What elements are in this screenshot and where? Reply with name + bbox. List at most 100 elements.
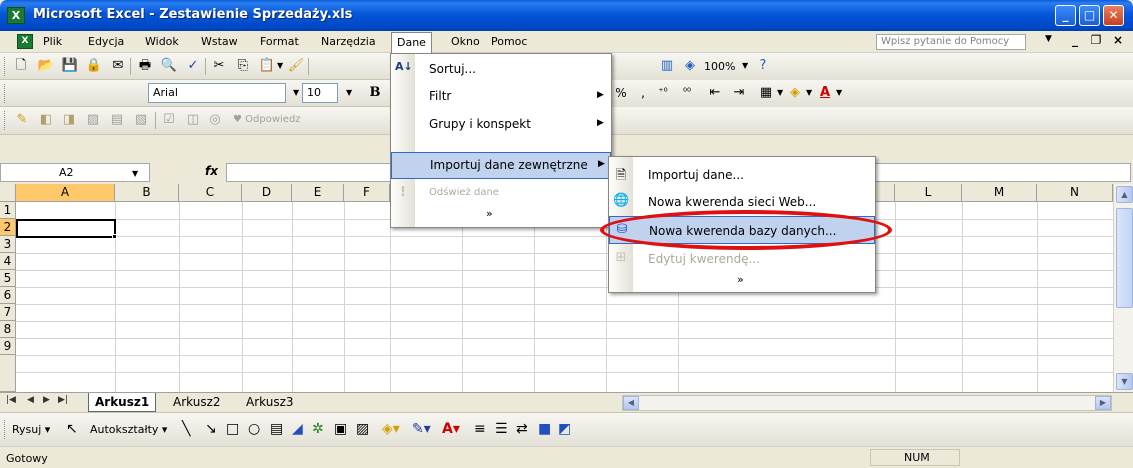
line-icon[interactable]: ╲: [182, 421, 190, 437]
doc-restore-button[interactable]: ❐: [1089, 33, 1103, 47]
outlook-icon[interactable]: ◫: [184, 111, 202, 129]
chevron-down-icon[interactable]: ▼: [277, 61, 283, 70]
arrow-style-icon[interactable]: ⇄: [516, 421, 528, 437]
borders-icon[interactable]: ▦: [757, 84, 775, 102]
row-header[interactable]: 4: [0, 253, 16, 270]
increase-indent-icon[interactable]: ⇥: [730, 84, 748, 102]
show-comment-icon[interactable]: ▨: [84, 111, 102, 129]
new-document-icon[interactable]: 🗋: [12, 57, 30, 75]
comma-style-icon[interactable]: ,: [634, 84, 652, 102]
next-comment-icon[interactable]: ◨: [60, 111, 78, 129]
menu-item-odswiez-dane[interactable]: ! Odśwież dane: [391, 181, 611, 208]
menu-plik[interactable]: Plik: [38, 33, 67, 51]
column-header[interactable]: C: [179, 184, 242, 202]
close-button[interactable]: ✕: [1103, 5, 1124, 26]
scroll-up-button[interactable]: ▲: [1116, 186, 1133, 203]
rectangle-icon[interactable]: □: [226, 421, 239, 437]
scroll-down-button[interactable]: ▼: [1116, 373, 1133, 390]
paste-icon[interactable]: 📋: [258, 57, 276, 75]
decrease-decimal-icon[interactable]: ⁰⁰: [678, 84, 696, 102]
fill-color-icon[interactable]: ◈▾: [382, 421, 400, 437]
column-header[interactable]: L: [895, 184, 962, 202]
chevron-down-icon[interactable]: ▼: [346, 88, 352, 97]
clipart-icon[interactable]: ▣: [334, 421, 347, 437]
textbox-icon[interactable]: ▤: [270, 421, 283, 437]
diagram-icon[interactable]: ✲: [312, 421, 324, 437]
picture-icon[interactable]: ▨: [356, 421, 369, 437]
chevron-down-icon[interactable]: ▼: [836, 88, 842, 97]
menu-item-grupy[interactable]: Grupy i konspekt ▶: [391, 111, 611, 138]
help-search-input[interactable]: Wpisz pytanie do Pomocy: [876, 34, 1026, 50]
task-icon[interactable]: ☑: [160, 111, 178, 129]
workbook-icon[interactable]: X: [17, 34, 33, 49]
chevron-down-icon[interactable]: ▼: [806, 88, 812, 97]
format-painter-icon[interactable]: 🖌: [287, 57, 305, 75]
chevron-down-icon[interactable]: ▼: [1045, 34, 1052, 44]
toolbar-grip[interactable]: [4, 84, 7, 103]
oval-icon[interactable]: ○: [248, 421, 260, 437]
toolbar-grip[interactable]: [4, 420, 7, 439]
column-header[interactable]: E: [292, 184, 344, 202]
menu-item-importuj-dane-zewnetrzne[interactable]: Importuj dane zewnętrzne ▶: [391, 152, 611, 179]
menu-edycja[interactable]: Edycja: [83, 33, 129, 51]
menu-narzedzia[interactable]: Narzędzia: [316, 33, 381, 51]
row-header[interactable]: 9: [0, 338, 16, 355]
prev-comment-icon[interactable]: ◧: [37, 111, 55, 129]
line-color-icon[interactable]: ✎▾: [412, 421, 431, 437]
font-color-icon[interactable]: A: [816, 84, 834, 102]
cut-icon[interactable]: ✂: [210, 57, 228, 75]
sheet-tab-arkusz2[interactable]: Arkusz2: [167, 393, 227, 412]
percent-icon[interactable]: %: [612, 84, 630, 102]
fill-color-icon[interactable]: ◈: [786, 84, 804, 102]
line-style-icon[interactable]: ≡: [474, 421, 486, 437]
excel-icon[interactable]: X: [7, 7, 25, 24]
arrow-icon[interactable]: ↘: [205, 421, 217, 437]
email-icon[interactable]: ✉: [109, 57, 127, 75]
row-header[interactable]: [0, 355, 16, 392]
doc-minimize-button[interactable]: _: [1068, 33, 1082, 47]
3d-style-icon[interactable]: ◩: [558, 421, 571, 437]
select-all-corner[interactable]: [0, 184, 16, 202]
menu-format[interactable]: Format: [255, 33, 304, 51]
zoom-value[interactable]: 100%: [704, 60, 735, 73]
dash-style-icon[interactable]: ☰: [495, 421, 508, 437]
column-header[interactable]: N: [1037, 184, 1113, 202]
row-header[interactable]: 6: [0, 287, 16, 304]
reply-with-changes-button[interactable]: ♥ Odpowiedz: [233, 114, 301, 125]
expand-menu-icon[interactable]: »: [737, 273, 744, 286]
first-sheet-icon[interactable]: |◀: [6, 395, 16, 405]
column-header[interactable]: B: [115, 184, 179, 202]
web-discussion-icon[interactable]: ◎: [206, 111, 224, 129]
decrease-indent-icon[interactable]: ⇤: [706, 84, 724, 102]
font-size-select[interactable]: 10: [302, 83, 338, 103]
chevron-down-icon[interactable]: ▼: [293, 88, 299, 97]
font-color-icon[interactable]: A▾: [442, 421, 460, 437]
help-icon[interactable]: ?: [754, 57, 772, 75]
show-all-comments-icon[interactable]: ▤: [108, 111, 126, 129]
active-cell[interactable]: [16, 219, 116, 238]
row-header[interactable]: 5: [0, 270, 16, 287]
menu-wstaw[interactable]: Wstaw: [196, 33, 243, 51]
autoshapes-button[interactable]: Autokształty ▾: [90, 423, 167, 436]
minimize-button[interactable]: _: [1055, 5, 1076, 26]
vertical-scrollbar[interactable]: ▲ ▼: [1113, 184, 1133, 392]
shadow-style-icon[interactable]: ■: [538, 421, 551, 437]
bold-button[interactable]: B: [366, 84, 384, 102]
menu-okno[interactable]: Okno: [446, 33, 485, 51]
column-header[interactable]: F: [344, 184, 390, 202]
row-header[interactable]: 2: [0, 219, 16, 236]
wordart-icon[interactable]: ◢: [292, 421, 303, 437]
next-sheet-icon[interactable]: ▶: [43, 395, 50, 405]
row-header[interactable]: 3: [0, 236, 16, 253]
menu-dane[interactable]: Dane: [391, 32, 432, 53]
chart-wizard-icon[interactable]: ▥: [658, 57, 676, 75]
chevron-down-icon[interactable]: ▼: [742, 61, 748, 70]
copy-icon[interactable]: ⎘: [234, 57, 252, 75]
sheet-tab-arkusz1[interactable]: Arkusz1: [88, 393, 157, 412]
sheet-tab-arkusz3[interactable]: Arkusz3: [240, 393, 300, 412]
scroll-left-button[interactable]: ◀: [623, 396, 639, 410]
name-box[interactable]: A2: [0, 163, 150, 182]
comment-icon[interactable]: ✎: [13, 111, 31, 129]
delete-comment-icon[interactable]: ▧: [132, 111, 150, 129]
chevron-down-icon[interactable]: ▼: [132, 169, 138, 178]
